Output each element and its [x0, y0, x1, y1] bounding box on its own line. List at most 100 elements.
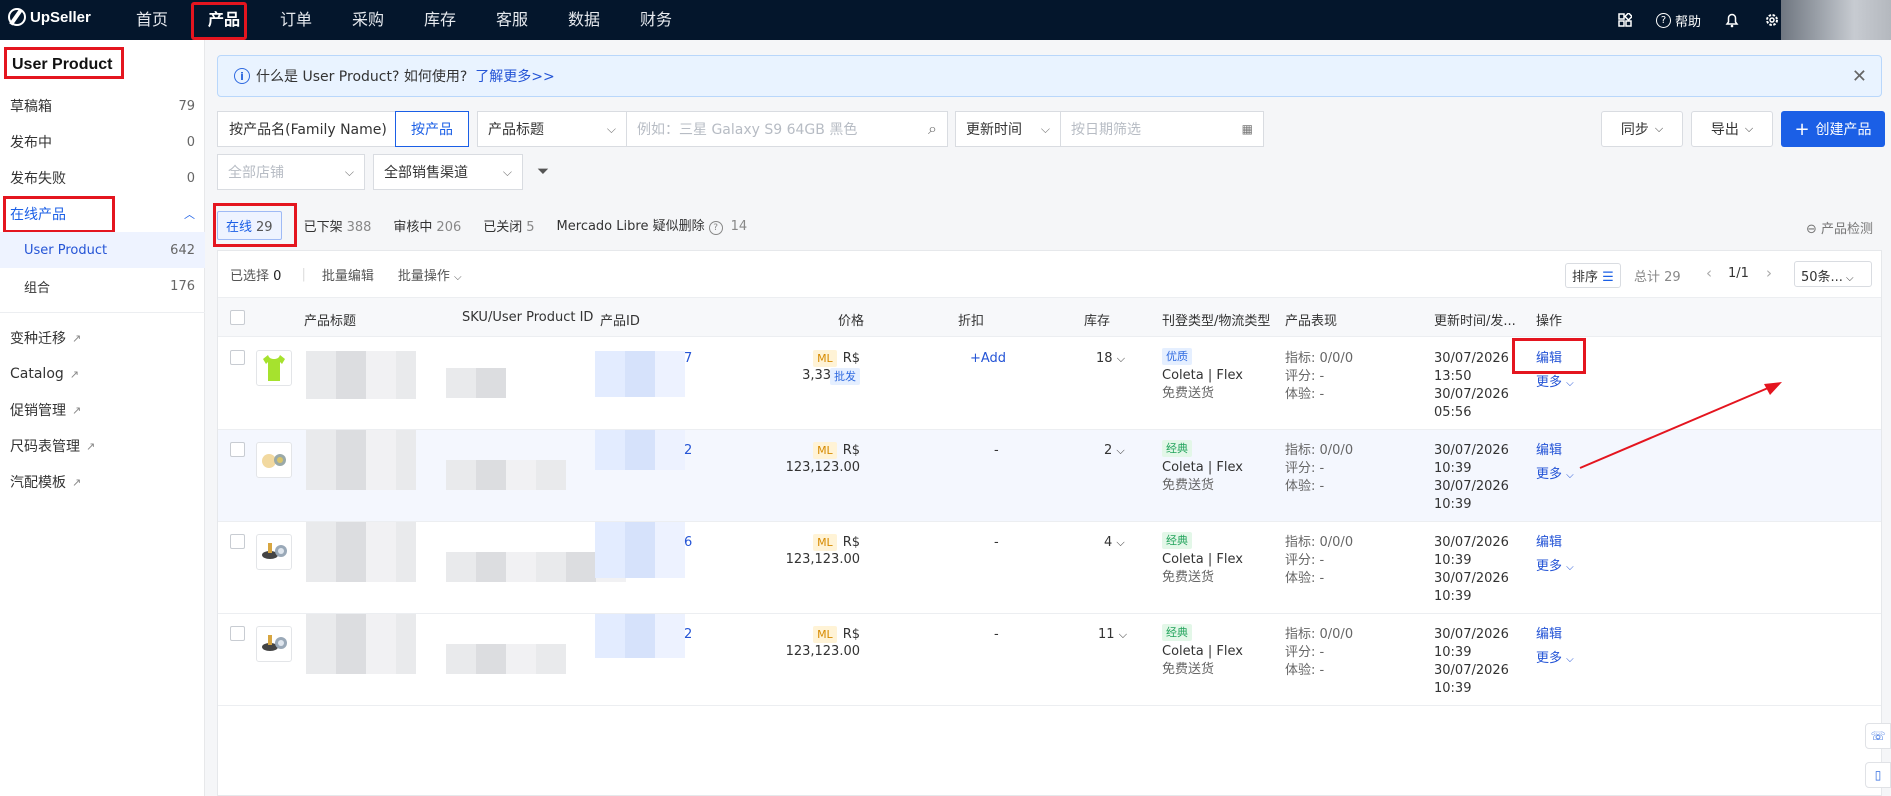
- tab-closed[interactable]: 已关闭 5: [483, 216, 534, 235]
- tab-under-review[interactable]: 审核中 206: [393, 216, 461, 235]
- info-icon: i: [234, 68, 250, 84]
- published-time: 10:39: [1434, 681, 1472, 696]
- logistics-type: Coleta | Flex: [1162, 552, 1243, 567]
- discount-add-link[interactable]: +Add: [970, 350, 1006, 367]
- by-product-button[interactable]: 按产品: [395, 111, 469, 147]
- support-headset-icon[interactable]: ☏: [1865, 723, 1891, 749]
- title-field-select[interactable]: 产品标题 ⌵: [477, 111, 627, 147]
- sidebar-item-publish-failed[interactable]: 发布失败 0: [10, 160, 195, 196]
- channel-select[interactable]: 全部销售渠道 ⌵: [373, 154, 523, 190]
- upseller-logo[interactable]: UpSeller: [8, 8, 91, 26]
- tab-delisted[interactable]: 已下架 388: [304, 216, 372, 235]
- redacted-title: [306, 430, 416, 490]
- sidebar-link-variant-migration[interactable]: 变种迁移 ↗: [10, 320, 195, 356]
- product-thumbnail[interactable]: [256, 350, 292, 386]
- by-family-name-button[interactable]: 按产品名(Family Name): [217, 111, 399, 147]
- close-icon[interactable]: ✕: [1852, 66, 1867, 87]
- wholesale-label: 批发: [830, 368, 860, 385]
- listing-type-badge: 经典: [1162, 532, 1192, 549]
- page-size-select[interactable]: 50条... ⌵: [1794, 261, 1872, 287]
- product-thumbnail[interactable]: [256, 534, 292, 570]
- export-button[interactable]: 导出 ⌵: [1691, 111, 1773, 147]
- metric-value: 指标: 0/0/0: [1285, 627, 1354, 642]
- product-thumbnail[interactable]: [256, 626, 292, 662]
- question-icon[interactable]: ?: [708, 221, 723, 235]
- sidebar-item-label: User Product: [24, 242, 108, 258]
- more-dropdown[interactable]: 更多 ⌵: [1536, 374, 1574, 392]
- product-thumbnail[interactable]: [256, 442, 292, 478]
- funnel-filter-icon[interactable]: ⏷: [537, 162, 549, 180]
- sidebar-link-auto-parts-template[interactable]: 汽配模板 ↗: [10, 464, 195, 500]
- date-filter-input[interactable]: 按日期筛选 ▦: [1060, 111, 1264, 147]
- more-dropdown[interactable]: 更多 ⌵: [1536, 558, 1574, 576]
- prev-page-icon[interactable]: ‹: [1706, 264, 1712, 282]
- bulk-edit-button[interactable]: 批量编辑: [322, 265, 374, 284]
- sidebar-item-bundles[interactable]: 组合 176: [24, 268, 195, 304]
- shipping-type: 免费送货: [1162, 570, 1215, 585]
- status-tabs: 在线 29 已下架 388 审核中 206 已关闭 5 Mercado Libre 疑似…: [213, 203, 769, 247]
- rating-value: 评分: -: [1285, 369, 1325, 384]
- store-select[interactable]: 全部店铺 ⌵: [217, 154, 365, 190]
- product-id-fragment[interactable]: 6: [684, 534, 692, 551]
- stock-dropdown[interactable]: 4 ⌵: [1104, 534, 1125, 551]
- gear-icon[interactable]: [1763, 11, 1781, 29]
- experience-value: 体验: -: [1285, 387, 1325, 402]
- sidebar-item-label: 发布中: [10, 135, 52, 151]
- nav-purchase[interactable]: 采购: [332, 0, 404, 40]
- nav-home[interactable]: 首页: [116, 0, 188, 40]
- edit-link[interactable]: 编辑: [1536, 626, 1562, 643]
- nav-inventory[interactable]: 库存: [404, 0, 476, 40]
- search-input[interactable]: 例如：三星 Galaxy S9 64GB 黑色 ⌕: [626, 111, 948, 147]
- channel-value: 全部销售渠道: [384, 165, 468, 181]
- apps-grid-icon[interactable]: [1616, 11, 1634, 29]
- stock-dropdown[interactable]: 18 ⌵: [1096, 350, 1125, 367]
- bulk-ops-dropdown[interactable]: 批量操作 ⌵: [398, 265, 462, 284]
- select-all-checkbox[interactable]: [230, 310, 245, 325]
- updated-time: 10:39: [1434, 645, 1472, 660]
- updated-date: 30/07/2026: [1434, 351, 1509, 366]
- product-check-link[interactable]: ⊖ 产品检测: [1806, 218, 1873, 237]
- nav-orders[interactable]: 订单: [260, 0, 332, 40]
- stock-dropdown[interactable]: 2 ⌵: [1104, 442, 1125, 459]
- price-cell: ML R$ 123,123.00: [756, 442, 860, 476]
- sidebar-item-drafts[interactable]: 草稿箱 79: [10, 88, 195, 124]
- edit-link[interactable]: 编辑: [1536, 534, 1562, 551]
- bell-icon[interactable]: [1723, 11, 1741, 29]
- row-checkbox[interactable]: [230, 350, 245, 365]
- sidebar-link-promotions[interactable]: 促销管理 ↗: [10, 392, 195, 428]
- sync-button[interactable]: 同步 ⌵: [1601, 111, 1683, 147]
- edit-link[interactable]: 编辑: [1536, 442, 1562, 459]
- time-field-select[interactable]: 更新时间 ⌵: [955, 111, 1061, 147]
- product-id-fragment[interactable]: 2: [684, 626, 692, 643]
- create-product-button[interactable]: + 创建产品: [1781, 111, 1885, 147]
- nav-customer-service[interactable]: 客服: [476, 0, 548, 40]
- sidebar-item-user-product[interactable]: User Product 642: [0, 232, 205, 268]
- learn-more-link[interactable]: 了解更多>>: [475, 66, 554, 86]
- row-checkbox[interactable]: [230, 534, 245, 549]
- row-checkbox[interactable]: [230, 626, 245, 641]
- external-link-icon: ↗: [72, 331, 82, 345]
- nav-data[interactable]: 数据: [548, 0, 620, 40]
- search-icon[interactable]: ⌕: [928, 119, 937, 139]
- sidebar-link-size-chart[interactable]: 尺码表管理 ↗: [10, 428, 195, 464]
- updated-date: 30/07/2026: [1434, 535, 1509, 550]
- help-link[interactable]: ? 帮助: [1655, 11, 1701, 30]
- sidebar-item-publishing[interactable]: 发布中 0: [10, 124, 195, 160]
- tab-suspected-deleted[interactable]: Mercado Libre 疑似删除? 14: [557, 215, 747, 235]
- next-page-icon[interactable]: ›: [1766, 264, 1772, 282]
- redacted-product-id: [595, 522, 685, 578]
- product-id-fragment[interactable]: 7: [684, 350, 692, 367]
- store-placeholder: 全部店铺: [228, 165, 284, 181]
- more-dropdown[interactable]: 更多 ⌵: [1536, 650, 1574, 668]
- stock-dropdown[interactable]: 11 ⌵: [1098, 626, 1127, 643]
- updated-date: 30/07/2026: [1434, 627, 1509, 642]
- product-id-fragment[interactable]: 2: [684, 442, 692, 459]
- user-avatar-blurred[interactable]: [1781, 0, 1891, 40]
- nav-finance[interactable]: 财务: [620, 0, 692, 40]
- mobile-icon[interactable]: ▯: [1865, 762, 1891, 788]
- more-dropdown[interactable]: 更多 ⌵: [1536, 466, 1574, 484]
- stock-value: 11: [1098, 627, 1115, 642]
- sidebar-link-catalog[interactable]: Catalog ↗: [10, 356, 195, 392]
- sort-button[interactable]: 排序 ☰: [1565, 263, 1621, 288]
- row-checkbox[interactable]: [230, 442, 245, 457]
